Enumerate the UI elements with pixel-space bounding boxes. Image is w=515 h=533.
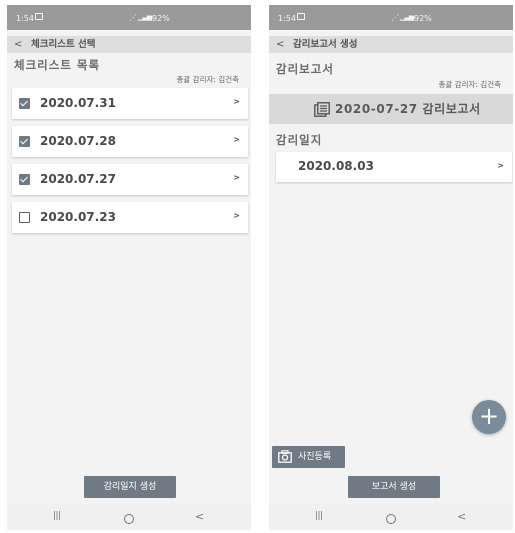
app-bar: < 감리보고서 생성 bbox=[269, 36, 513, 53]
battery-level: 92% bbox=[414, 14, 432, 23]
chevron-right-icon: > bbox=[233, 211, 240, 220]
nav-back-icon[interactable]: < bbox=[195, 510, 204, 523]
checklist-item[interactable]: 2020.07.27 > bbox=[12, 164, 248, 195]
create-report-button[interactable]: 보고서 생성 bbox=[348, 476, 440, 498]
chevron-right-icon: > bbox=[233, 173, 240, 182]
photo-button-label: 사진등록 bbox=[298, 452, 332, 462]
camera-icon bbox=[278, 450, 292, 463]
status-time: 1:54 bbox=[16, 14, 34, 23]
page-title: 감리보고서 생성 bbox=[293, 39, 358, 50]
report-create-screen: 1:54 ⋰ ▁▃▅ 92% < 감리보고서 생성 감리보고서 총괄 감리자: … bbox=[269, 5, 513, 530]
status-bar: 1:54 ⋰ ▁▃▅ 92% bbox=[7, 5, 251, 30]
signal-icon: ▁▃▅ bbox=[400, 13, 414, 21]
recent-apps-icon[interactable]: ||| bbox=[315, 511, 323, 521]
recent-apps-icon[interactable]: ||| bbox=[53, 511, 61, 521]
checklist-item[interactable]: 2020.07.23 > bbox=[12, 202, 248, 233]
system-nav-bar: ||| < bbox=[7, 504, 251, 530]
chevron-right-icon: > bbox=[233, 97, 240, 106]
document-icon bbox=[314, 102, 330, 117]
checklist-item-date: 2020.07.31 bbox=[40, 96, 116, 110]
checkbox-checked-icon[interactable] bbox=[19, 174, 30, 185]
diary-item-date: 2020.08.03 bbox=[298, 159, 374, 173]
checklist-section-title: 체크리스트 목록 bbox=[14, 58, 101, 72]
supervisor-label: 총괄 감리자: 김건축 bbox=[438, 80, 502, 89]
status-bar: 1:54 ⋰ ▁▃▅ 92% bbox=[269, 5, 513, 30]
system-nav-bar: ||| < bbox=[269, 504, 513, 530]
home-icon[interactable] bbox=[124, 514, 134, 524]
home-icon[interactable] bbox=[386, 514, 396, 524]
supervisor-label: 총괄 감리자: 김건축 bbox=[176, 75, 240, 84]
nav-back-icon[interactable]: < bbox=[457, 510, 466, 523]
add-fab-button[interactable]: + bbox=[472, 400, 506, 434]
signal-icon: ▁▃▅ bbox=[138, 13, 152, 21]
checklist-item[interactable]: 2020.07.28 > bbox=[12, 126, 248, 157]
gallery-notification-icon bbox=[35, 13, 43, 20]
chevron-right-icon: > bbox=[497, 161, 504, 170]
checkbox-checked-icon[interactable] bbox=[19, 98, 30, 109]
wifi-icon: ⋰ bbox=[391, 13, 399, 22]
report-section-title: 감리보고서 bbox=[276, 62, 334, 76]
report-banner[interactable]: 2020-07-27 감리보고서 bbox=[269, 94, 513, 124]
checkbox-empty-icon[interactable] bbox=[19, 212, 30, 223]
diary-section-title: 감리일지 bbox=[276, 133, 323, 147]
checklist-select-screen: 1:54 ⋰ ▁▃▅ 92% < 체크리스트 선택 체크리스트 목록 총괄 감리… bbox=[7, 5, 251, 530]
checklist-item-date: 2020.07.28 bbox=[40, 134, 116, 148]
wifi-icon: ⋰ bbox=[129, 13, 137, 22]
report-banner-text: 2020-07-27 감리보고서 bbox=[335, 102, 481, 116]
diary-item[interactable]: 2020.08.03 > bbox=[276, 152, 512, 182]
gallery-notification-icon bbox=[297, 13, 305, 20]
checkbox-checked-icon[interactable] bbox=[19, 136, 30, 147]
create-diary-button[interactable]: 감리일지 생성 bbox=[84, 476, 176, 498]
back-arrow-icon[interactable]: < bbox=[14, 36, 22, 53]
status-time: 1:54 bbox=[278, 14, 296, 23]
page-title: 체크리스트 선택 bbox=[31, 39, 96, 50]
battery-level: 92% bbox=[152, 14, 170, 23]
app-bar: < 체크리스트 선택 bbox=[7, 36, 251, 53]
chevron-right-icon: > bbox=[233, 135, 240, 144]
checklist-item[interactable]: 2020.07.31 > bbox=[12, 88, 248, 119]
checklist-item-date: 2020.07.27 bbox=[40, 172, 116, 186]
register-photo-button[interactable]: 사진등록 bbox=[272, 446, 345, 468]
back-arrow-icon[interactable]: < bbox=[276, 36, 284, 53]
checklist-item-date: 2020.07.23 bbox=[40, 210, 116, 224]
